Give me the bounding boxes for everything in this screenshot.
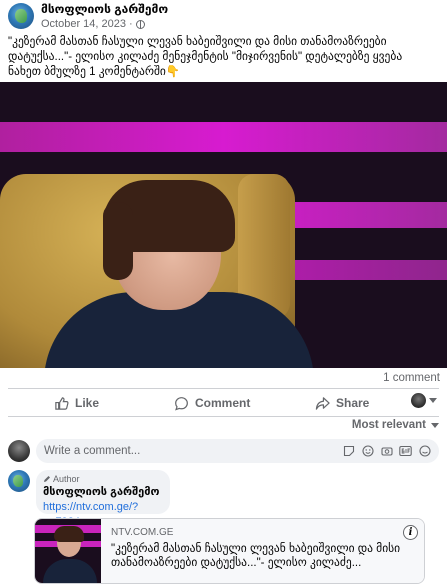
thumbs-up-icon — [55, 396, 69, 410]
post-photo[interactable] — [0, 82, 447, 368]
sort-comments-dropdown[interactable]: Most relevant — [352, 419, 439, 431]
page-name[interactable]: მსოფლიოს გარშემო — [41, 2, 168, 17]
share-label: Share — [336, 396, 370, 410]
post-meta: October 14, 2023 · — [41, 18, 168, 31]
divider — [8, 388, 439, 389]
commenter-avatar[interactable] — [8, 470, 30, 492]
sticker-icon[interactable] — [342, 445, 355, 458]
sticker-face-icon[interactable] — [418, 445, 431, 458]
chevron-down-icon — [429, 398, 437, 403]
pencil-icon — [44, 476, 50, 482]
like-label: Like — [75, 396, 100, 410]
link-preview-thumbnail[interactable] — [35, 519, 101, 583]
comment-composer — [8, 438, 439, 464]
sort-label: Most relevant — [351, 419, 426, 431]
divider — [8, 416, 439, 417]
post-header: მსოფლიოს გარშემო October 14, 2023 · — [8, 2, 439, 31]
viewer-avatar — [411, 393, 426, 408]
comment-count[interactable]: 1 comment — [383, 372, 440, 384]
post-date[interactable]: October 14, 2023 — [41, 18, 126, 31]
link-preview-domain: NTV.COM.GE — [111, 527, 174, 538]
link-preview-text[interactable]: NTV.COM.GE "კეზერამ მასთან ჩასული ლევან … — [101, 519, 424, 583]
like-button[interactable]: Like — [54, 396, 99, 411]
share-button[interactable]: Share — [315, 396, 369, 411]
commenter-name[interactable]: მსოფლიოს გარშემო — [43, 485, 163, 498]
comment-bubble: Author მსოფლიოს გარშემო https://ntv.com.… — [36, 470, 170, 528]
camera-icon[interactable] — [380, 445, 393, 458]
comment-field[interactable] — [36, 439, 439, 463]
link-preview-title: "კეზერამ მასთან ჩასული ლევან ხაბეიშვილი … — [111, 543, 401, 569]
comment-label: Comment — [195, 396, 251, 410]
link-preview-card[interactable]: NTV.COM.GE "კეზერამ მასთან ჩასული ლევან … — [34, 518, 425, 584]
author-badge-label: Author — [53, 474, 80, 484]
action-bar: Like Comment Share — [8, 391, 439, 415]
share-arrow-icon — [315, 396, 330, 410]
user-avatar[interactable] — [8, 440, 30, 462]
emoji-icon[interactable] — [361, 445, 374, 458]
speech-bubble-icon — [175, 396, 188, 410]
comment-input[interactable] — [44, 445, 336, 457]
meta-separator: · — [129, 17, 133, 30]
post-text: "კეზერამ მასთან ჩასული ლევან ხაბეიშვილი … — [8, 36, 403, 78]
chevron-down-icon — [431, 422, 439, 428]
info-icon[interactable]: i — [403, 525, 418, 540]
author-badge: Author — [43, 474, 163, 484]
page-avatar[interactable] — [8, 3, 34, 29]
globe-icon — [135, 19, 145, 29]
gif-icon[interactable] — [399, 445, 412, 458]
comment-button[interactable]: Comment — [174, 396, 250, 411]
post-as-selector[interactable] — [411, 393, 437, 408]
